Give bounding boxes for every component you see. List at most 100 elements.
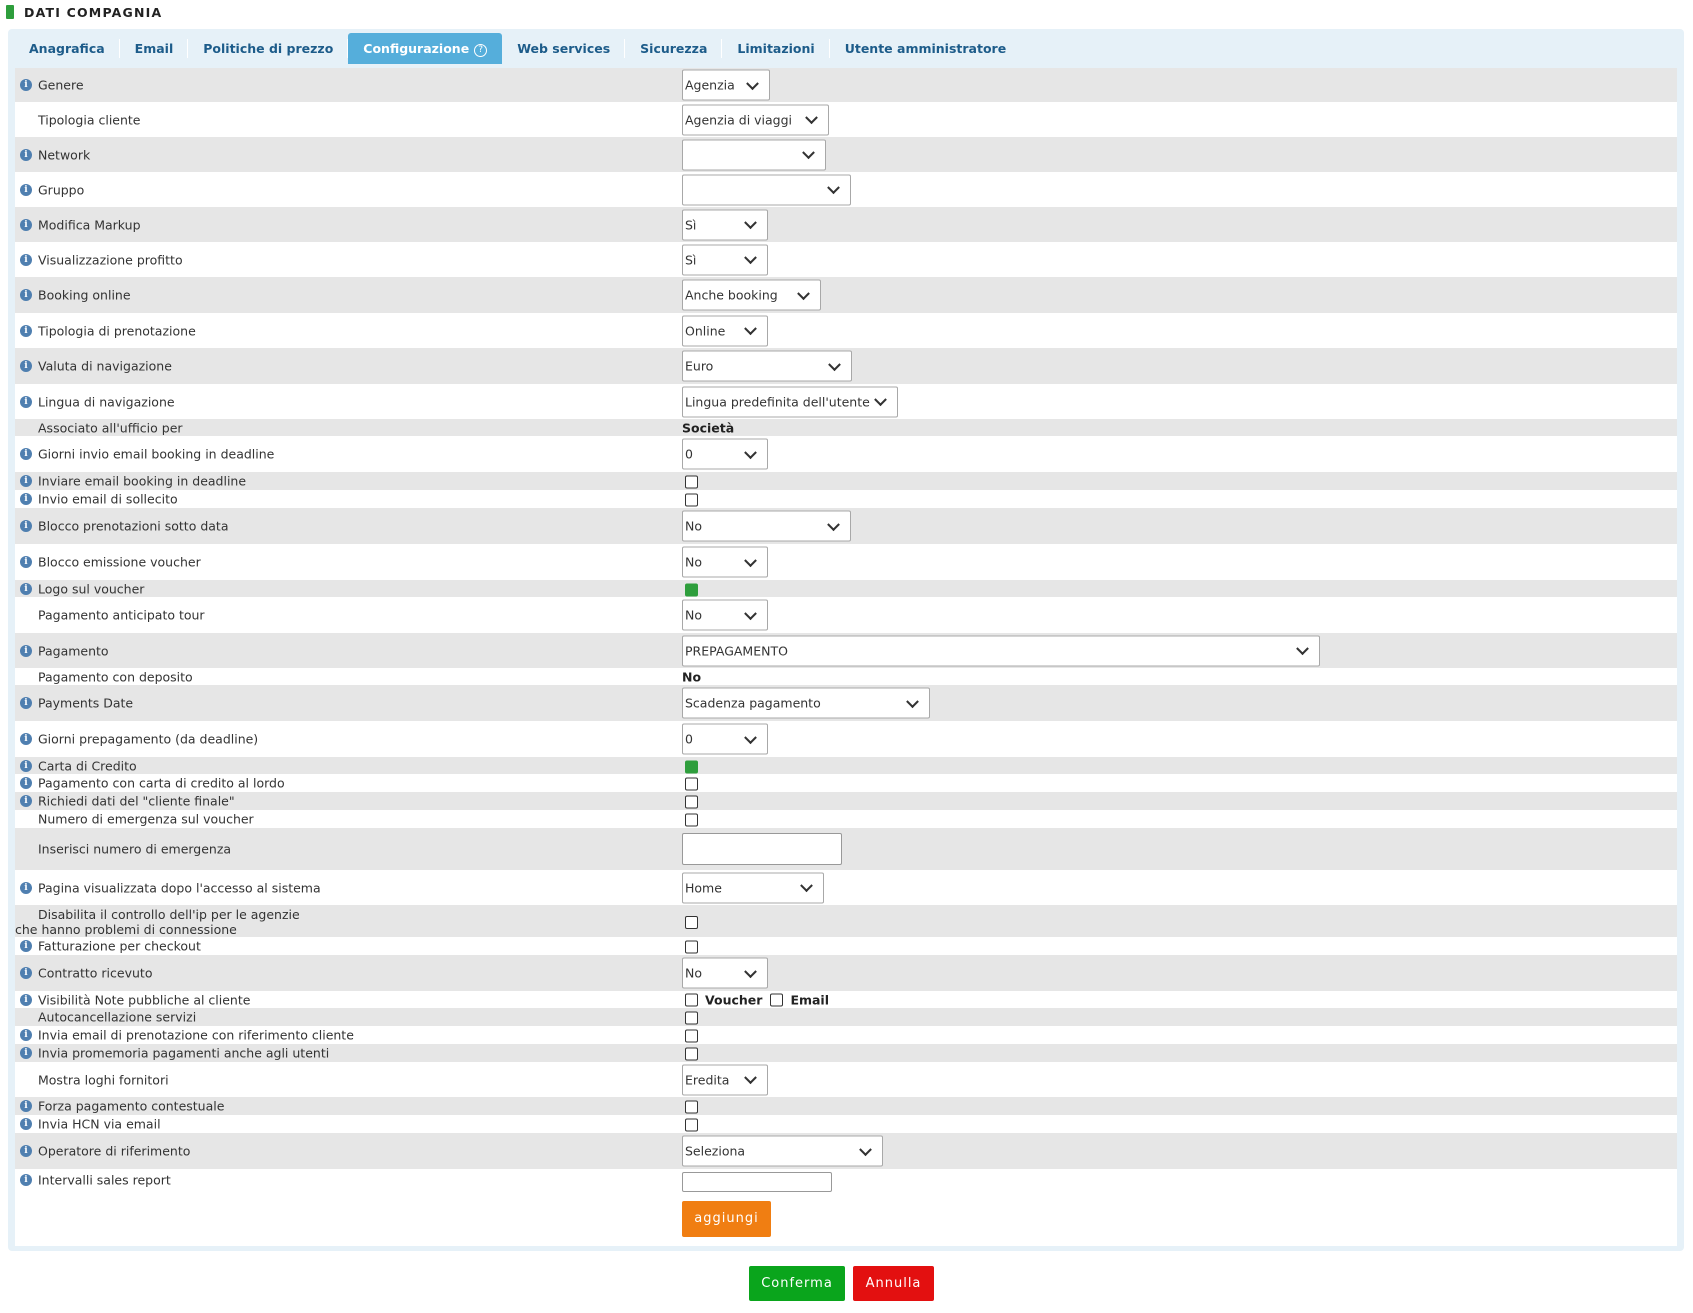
tab-politiche-prezzo[interactable]: Politiche di prezzo: [188, 33, 349, 64]
tab-email[interactable]: Email: [120, 33, 189, 64]
info-icon[interactable]: i: [20, 1145, 32, 1157]
label-inserisci-numero-emergenza: Inserisci numero di emergenza: [38, 841, 232, 857]
tipologia-prenotazione-select[interactable]: Online: [682, 315, 768, 346]
info-icon[interactable]: i: [20, 1118, 32, 1130]
giorni-prepagamento-select[interactable]: 0: [682, 723, 768, 755]
info-icon[interactable]: i: [20, 448, 32, 460]
info-icon[interactable]: i: [20, 289, 32, 301]
info-icon[interactable]: i: [20, 520, 32, 532]
numero-emergenza-voucher-checkbox[interactable]: [685, 813, 698, 827]
info-icon[interactable]: i: [20, 582, 32, 595]
info-icon[interactable]: i: [20, 395, 32, 408]
info-icon[interactable]: i: [20, 556, 32, 568]
info-icon[interactable]: i: [20, 759, 32, 772]
info-icon[interactable]: i: [20, 475, 32, 487]
tipologia-cliente-select[interactable]: Agenzia di viaggi: [682, 104, 829, 135]
tab-configurazione[interactable]: Configurazione?: [348, 33, 503, 64]
chevron-down-icon: [797, 286, 810, 300]
valuta-navigazione-select[interactable]: Euro: [682, 350, 852, 382]
info-icon[interactable]: i: [20, 218, 32, 231]
info-icon[interactable]: i: [20, 79, 32, 91]
fatturazione-checkout-checkbox[interactable]: [685, 940, 698, 954]
row-inviare-email-deadline: i Inviare email booking in deadline: [15, 472, 1677, 490]
contratto-ricevuto-value: No: [685, 965, 702, 981]
info-icon[interactable]: i: [20, 253, 32, 266]
info-icon[interactable]: i: [20, 993, 32, 1006]
chevron-down-icon: [805, 111, 818, 125]
info-icon[interactable]: i: [20, 733, 32, 745]
mostra-loghi-select[interactable]: Eredita: [682, 1064, 768, 1095]
voucher-checkbox[interactable]: [685, 993, 698, 1006]
info-icon[interactable]: i: [20, 1029, 32, 1041]
info-icon[interactable]: i: [20, 493, 32, 505]
richiedi-dati-cliente-checkbox[interactable]: [685, 795, 698, 809]
help-icon[interactable]: ?: [474, 44, 488, 57]
info-icon[interactable]: i: [20, 1174, 32, 1186]
info-icon[interactable]: i: [20, 148, 32, 161]
invia-hcn-checkbox[interactable]: [685, 1118, 698, 1132]
label-pagamento-deposito: Pagamento con deposito: [38, 669, 193, 684]
pagamento-carta-lordo-checkbox[interactable]: [685, 777, 698, 791]
inviare-email-deadline-checkbox[interactable]: [685, 475, 698, 489]
autocancellazione-checkbox[interactable]: [685, 1011, 698, 1025]
network-select[interactable]: [682, 139, 826, 170]
info-icon[interactable]: i: [20, 777, 32, 789]
blocco-emissione-voucher-select[interactable]: No: [682, 546, 768, 578]
info-icon[interactable]: i: [20, 1100, 32, 1112]
payments-date-select[interactable]: Scadenza pagamento: [682, 687, 930, 719]
info-icon[interactable]: i: [20, 324, 32, 337]
chevron-down-icon: [827, 517, 840, 531]
label-network: Network: [38, 147, 91, 162]
lingua-navigazione-select[interactable]: Lingua predefinita dell'utente: [682, 386, 898, 417]
info-icon[interactable]: i: [20, 360, 32, 372]
chevron-down-icon: [906, 694, 919, 708]
pagina-dopo-accesso-select[interactable]: Home: [682, 872, 824, 903]
invia-promemoria-checkbox[interactable]: [685, 1047, 698, 1061]
info-icon[interactable]: i: [20, 967, 32, 979]
info-icon[interactable]: i: [20, 183, 32, 196]
pagamento-anticipato-tour-select[interactable]: No: [682, 599, 768, 631]
tab-limitazioni[interactable]: Limitazioni: [722, 33, 831, 64]
info-icon[interactable]: i: [20, 644, 32, 657]
contratto-ricevuto-select[interactable]: No: [682, 957, 768, 989]
info-icon[interactable]: i: [20, 697, 32, 709]
aggiungi-button[interactable]: aggiungi: [682, 1201, 771, 1237]
tab-anagrafica[interactable]: Anagrafica: [14, 33, 120, 64]
info-icon[interactable]: i: [20, 795, 32, 807]
info-icon[interactable]: i: [20, 940, 32, 952]
genere-select[interactable]: Agenzia: [682, 69, 770, 101]
forza-pagamento-checkbox[interactable]: [685, 1100, 698, 1114]
confirm-button[interactable]: Conferma: [749, 1266, 845, 1301]
visualizzazione-profitto-select[interactable]: Sì: [682, 244, 768, 275]
numero-emergenza-input[interactable]: [682, 833, 842, 865]
carta-credito-checkbox[interactable]: [685, 760, 698, 773]
chevron-down-icon: [827, 181, 840, 195]
invia-email-riferimento-checkbox[interactable]: [685, 1029, 698, 1043]
tab-web-services[interactable]: Web services: [502, 33, 626, 64]
invio-email-sollecito-checkbox[interactable]: [685, 493, 698, 507]
voucher-label: Voucher: [705, 992, 763, 1007]
label-forza-pagamento: Forza pagamento contestuale: [38, 1098, 225, 1114]
cancel-button[interactable]: Annulla: [853, 1266, 934, 1301]
tab-utente-amministratore[interactable]: Utente amministratore: [830, 33, 1021, 64]
logo-voucher-checkbox[interactable]: [685, 583, 698, 596]
booking-online-select[interactable]: Anche booking: [682, 279, 821, 311]
row-blocco-prenotazioni: i Blocco prenotazioni sotto data No: [15, 508, 1677, 544]
row-network: i Network: [15, 137, 1677, 172]
pagamento-select[interactable]: PREPAGAMENTO: [682, 635, 1320, 666]
operatore-riferimento-value: Seleziona: [685, 1143, 746, 1159]
label-tipologia-cliente: Tipologia cliente: [38, 112, 141, 127]
tab-sicurezza[interactable]: Sicurezza: [625, 33, 723, 64]
info-icon[interactable]: i: [20, 881, 32, 894]
label-inviare-email-deadline: Inviare email booking in deadline: [38, 473, 247, 489]
intervalli-sales-input[interactable]: [682, 1172, 832, 1192]
modifica-markup-select[interactable]: Sì: [682, 209, 768, 240]
operatore-riferimento-select[interactable]: Seleziona: [682, 1135, 883, 1167]
gruppo-select[interactable]: [682, 174, 851, 205]
info-icon[interactable]: i: [20, 1047, 32, 1059]
blocco-prenotazioni-select[interactable]: No: [682, 510, 851, 542]
email-checkbox[interactable]: [770, 993, 784, 1006]
giorni-invio-email-select[interactable]: 0: [682, 438, 768, 470]
row-invio-email-sollecito: i Invio email di sollecito: [15, 490, 1677, 508]
disabilita-controllo-ip-checkbox[interactable]: [685, 916, 698, 929]
